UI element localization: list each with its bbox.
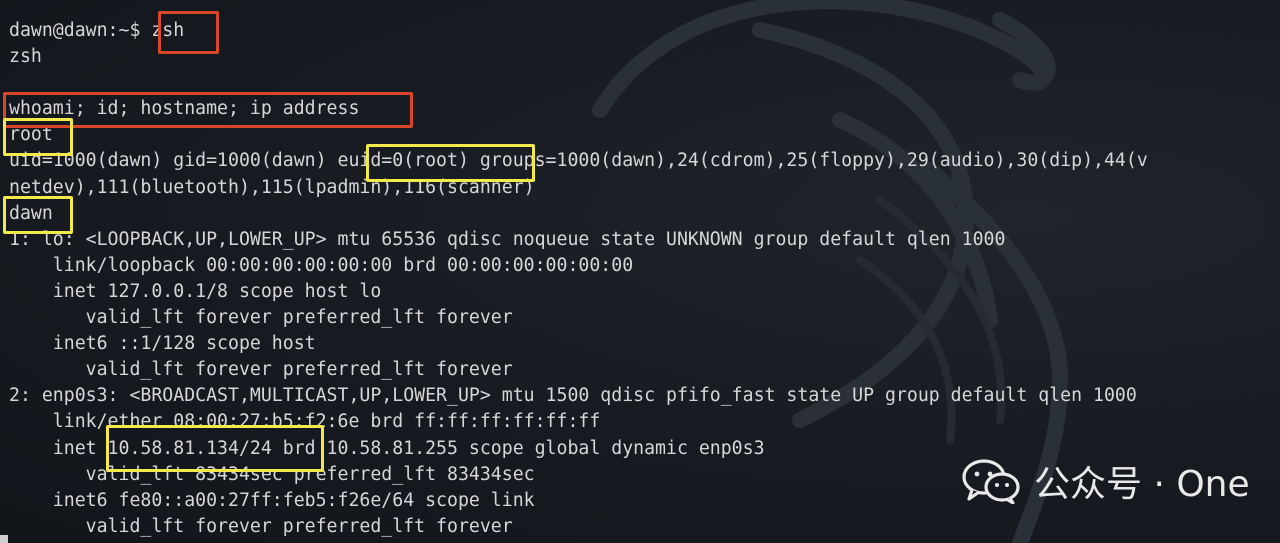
watermark-text: 公众号 · One xyxy=(1034,464,1250,505)
output-line: dawn xyxy=(9,202,53,224)
output-line: link/loopback 00:00:00:00:00:00 brd 00:0… xyxy=(9,254,634,276)
output-line: link/ether 08:00:27:b5:f2:6e brd ff:ff:f… xyxy=(9,411,601,433)
output-line: 2: enp0s3: <BROADCAST,MULTICAST,UP,LOWER… xyxy=(9,385,1137,407)
wechat-watermark: 公众号 · One xyxy=(962,458,1250,505)
output-line: 1: lo: <LOOPBACK,UP,LOWER_UP> mtu 65536 … xyxy=(9,228,1006,250)
prompt-line: dawn@dawn:~$ zsh xyxy=(9,20,185,41)
output-line: valid_lft forever preferred_lft forever xyxy=(9,515,513,537)
wechat-icon xyxy=(962,459,1020,504)
output-line: uid=1000(dawn) gid=1000(dawn) euid=0(roo… xyxy=(9,150,1148,172)
output-line: netdev),111(bluetooth),115(lpadmin),116(… xyxy=(9,176,535,198)
terminal-window[interactable]: dawn@dawn:~$ zsh zsh whoami; id; hostnam… xyxy=(0,0,1280,543)
output-line: inet 127.0.0.1/8 scope host lo xyxy=(9,280,382,302)
output-line: root xyxy=(9,124,53,146)
blank-line xyxy=(9,70,1148,96)
command-line: whoami; id; hostname; ip address xyxy=(9,98,360,120)
output-line: valid_lft forever preferred_lft forever xyxy=(9,307,513,329)
output-line: zsh xyxy=(9,46,42,68)
output-line: valid_lft forever preferred_lft forever xyxy=(9,359,513,381)
output-line: inet6 ::1/128 scope host xyxy=(9,333,316,355)
terminal-cursor xyxy=(0,535,8,543)
